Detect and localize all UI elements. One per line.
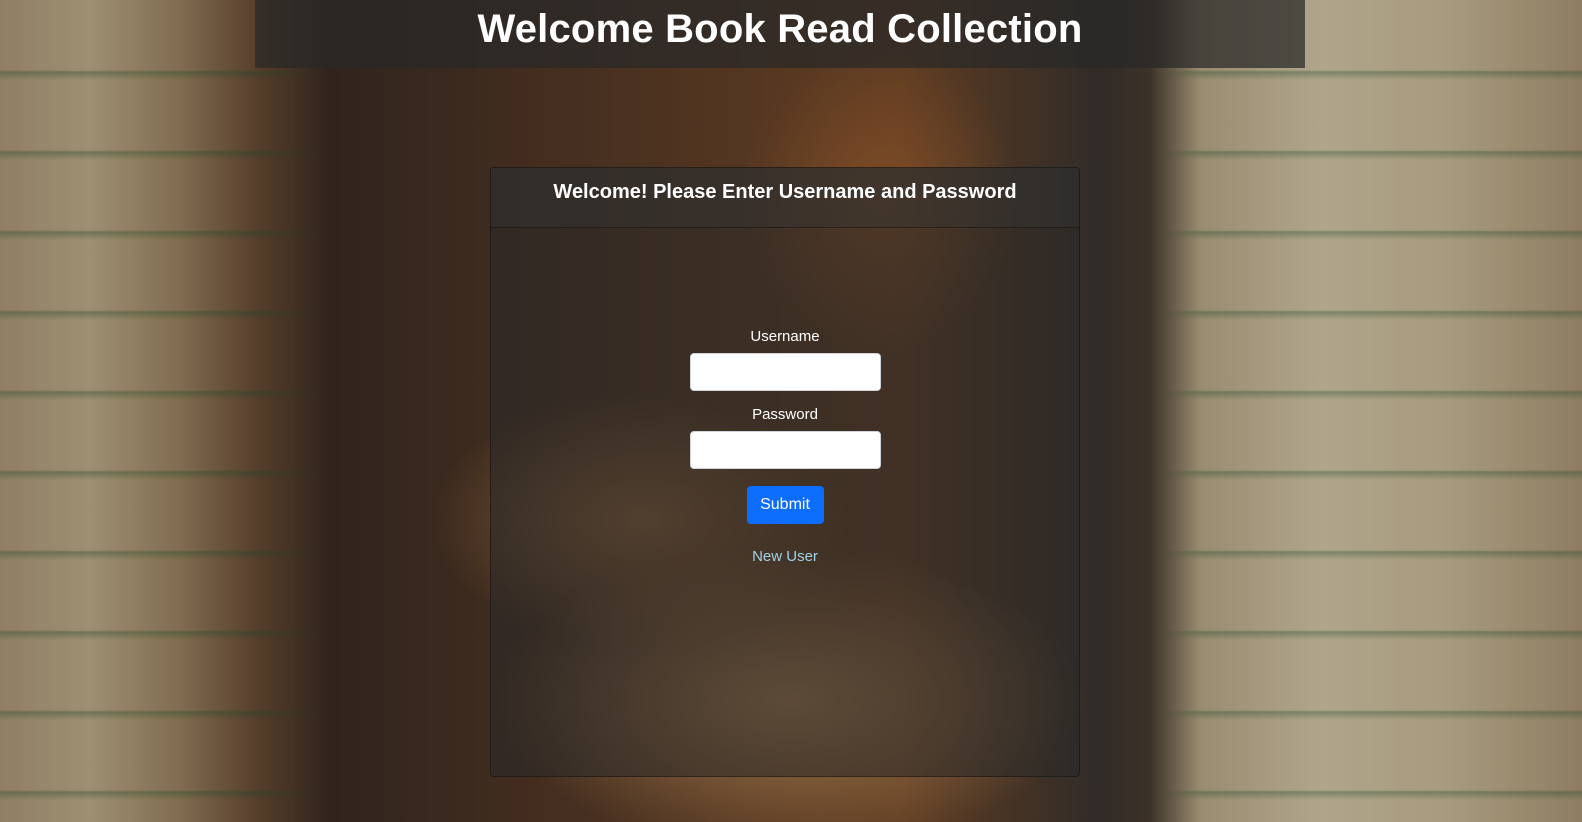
new-user-link[interactable]: New User [752, 548, 818, 565]
password-group: Password [491, 406, 1079, 469]
page-title: Welcome Book Read Collection [477, 7, 1083, 51]
page-header: Welcome Book Read Collection [255, 0, 1305, 68]
password-input[interactable] [689, 431, 881, 469]
password-label: Password [752, 406, 818, 423]
username-group: Username [491, 328, 1079, 391]
username-label: Username [750, 328, 820, 345]
username-input[interactable] [689, 353, 881, 391]
login-card: Welcome! Please Enter Username and Passw… [490, 167, 1080, 777]
login-card-title: Welcome! Please Enter Username and Passw… [553, 181, 1017, 203]
login-form: Username Password Submit New User [491, 328, 1079, 566]
submit-button[interactable]: Submit [746, 486, 824, 524]
login-card-header: Welcome! Please Enter Username and Passw… [491, 168, 1079, 228]
